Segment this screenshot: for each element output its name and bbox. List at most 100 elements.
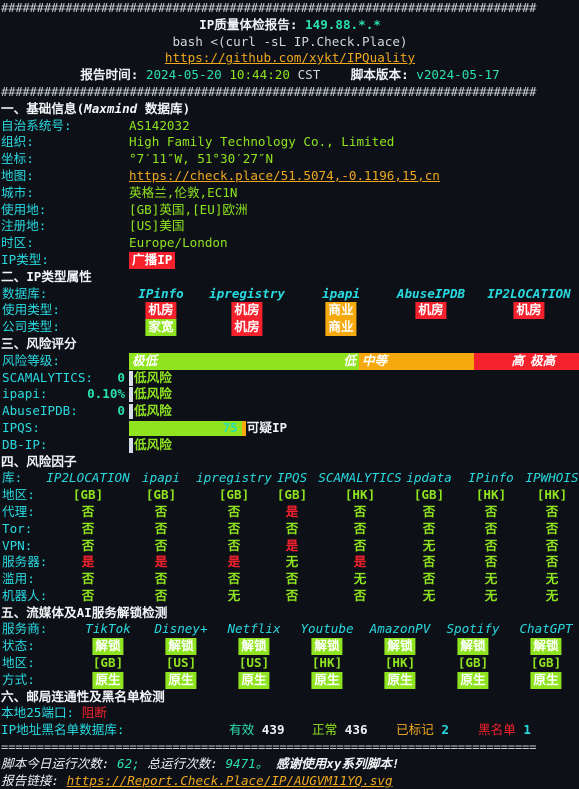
port25-value: 阻断 bbox=[81, 705, 107, 721]
info-label: 注册地: bbox=[1, 218, 47, 234]
risk-factor-cell: [GB] bbox=[145, 487, 177, 503]
blacklist-stat-value: 2 bbox=[441, 722, 449, 738]
info-label: IP类型: bbox=[1, 251, 49, 267]
risk-factor-cell: [GB] bbox=[413, 487, 445, 503]
risk-factor-cell: [GB] bbox=[218, 487, 250, 503]
section1-title-text: 一、基础信息( bbox=[1, 100, 85, 116]
risk-factor-cell: 否 bbox=[422, 503, 436, 519]
risk-score-value: 75 bbox=[222, 419, 238, 435]
company-type-row: 公司类型: 家宽 机房 商业 bbox=[1, 319, 579, 336]
risk-factor-row: VPN: 否 否 否 是 否 无 否 否 bbox=[1, 538, 579, 555]
stream-method-badge: 原生 bbox=[311, 671, 343, 689]
risk-score-verdict: 低风险 bbox=[134, 403, 172, 419]
risk-factor-cell: 否 bbox=[154, 587, 168, 603]
risk-factor-cell: 否 bbox=[484, 503, 498, 519]
stream-status-row: 状态: 解锁 解锁 解锁 解锁 解锁 解锁 解锁 bbox=[1, 638, 579, 656]
risk-factor-cell: 否 bbox=[154, 520, 168, 536]
database-label: 数据库: bbox=[2, 285, 48, 301]
risk-score-row: DB-IP: 低风险 bbox=[1, 437, 579, 454]
stream-provider-header: ChatGPT bbox=[519, 621, 573, 637]
risk-factor-cell: 无 bbox=[422, 537, 436, 553]
blacklist-stat-name: 已标记 bbox=[396, 722, 442, 738]
risk-factor-cell: 否 bbox=[227, 520, 241, 536]
section5-title-text: 五、流媒体及AI服务解锁检测 bbox=[1, 604, 168, 620]
info-value: Europe/London bbox=[129, 235, 228, 251]
info-value: [GB]英国,[EU]欧洲 bbox=[129, 201, 248, 217]
stream-status-badge: 解锁 bbox=[238, 638, 270, 656]
report-title-label: IP质量体检报告: bbox=[199, 16, 298, 32]
stream-method-cell: 原生 bbox=[92, 671, 124, 689]
stream-status-cell: 解锁 bbox=[384, 638, 416, 656]
command-row: bash <(curl -sL IP.Check.Place) bbox=[1, 34, 579, 51]
repo-link[interactable]: https://github.com/xykt/IPQuality bbox=[165, 50, 415, 65]
risk-factor-cell: 否 bbox=[353, 537, 367, 553]
stream-method-cell: 原生 bbox=[165, 671, 197, 689]
stream-provider-row: 服务商: TikTok Disney+ Netflix Youtube AmazonPV S… bbox=[1, 621, 579, 638]
company-type-cell: 家宽 bbox=[145, 319, 177, 336]
risk-factor-cell: 否 bbox=[422, 520, 436, 536]
risk-factor-cell: 否 bbox=[422, 571, 436, 587]
risk-factor-cell: 否 bbox=[81, 587, 95, 603]
section4-title: 四、风险因子 bbox=[1, 454, 579, 471]
risk-factor-column-header: IP2LOCATION bbox=[46, 470, 130, 486]
report-time-row: 报告时间: 2024-05-20 10:44:20 CST 脚本版本: v202… bbox=[1, 67, 579, 84]
blacklist-stat: 有效 439 bbox=[229, 722, 285, 739]
risk-factor-row: Tor: 否 否 否 否 否 否 否 否 bbox=[1, 521, 579, 538]
risk-factor-cell: 否 bbox=[227, 537, 241, 553]
footer-rule: ========================================… bbox=[1, 740, 537, 755]
info-row: 城市: 英格兰,伦敦,EC1N bbox=[1, 185, 579, 202]
stream-provider-header: Netflix bbox=[227, 621, 281, 637]
risk-factor-cell: 否 bbox=[353, 520, 367, 536]
risk-factor-label: 机器人: bbox=[2, 587, 48, 603]
blacklist-stat: 已标记 2 bbox=[396, 722, 449, 739]
risk-factor-cell: 否 bbox=[545, 503, 559, 519]
risk-factor-cell: 否 bbox=[484, 554, 498, 570]
usage-type-badge: 机房 bbox=[513, 302, 545, 320]
info-label: 使用地: bbox=[1, 201, 47, 217]
db-column-header: AbuseIPDB bbox=[396, 285, 466, 301]
risk-factor-cell: 否 bbox=[285, 571, 299, 587]
info-row: 注册地: [US]美国 bbox=[1, 218, 579, 235]
blacklist-stat-name: 正常 bbox=[312, 722, 345, 738]
section1-title: 一、基础信息(Maxmind 数据库) bbox=[1, 101, 579, 118]
usage-type-badge: 机房 bbox=[231, 302, 263, 320]
risk-factor-cell: 无 bbox=[285, 554, 299, 570]
risk-level-segment: 极低 bbox=[129, 352, 244, 370]
stream-status-label: 状态: bbox=[2, 638, 35, 654]
stream-region-cell: [US] bbox=[165, 655, 197, 671]
blacklist-stat: 正常 436 bbox=[312, 722, 368, 739]
usage-type-cell: 商业 bbox=[325, 302, 357, 320]
script-version-label: 脚本版本: bbox=[350, 67, 409, 83]
info-row: IP类型: 广播IP bbox=[1, 251, 579, 269]
risk-score-row: ipapi: 0.10% 低风险 bbox=[1, 386, 579, 403]
report-link[interactable]: https://Report.Check.Place/IP/AUGVM11YQ.… bbox=[67, 773, 393, 788]
risk-factor-label: Tor: bbox=[2, 520, 33, 536]
footer-report-row: 报告链接: https://Report.Check.Place/IP/AUGV… bbox=[1, 773, 579, 789]
info-value: High Family Technology Co., Limited bbox=[129, 134, 395, 150]
stream-status-badge: 解锁 bbox=[530, 638, 562, 656]
info-row: 使用地: [GB]英国,[EU]欧洲 bbox=[1, 202, 579, 219]
map-link[interactable]: https://check.place/51.5074,-0.1196,15,c… bbox=[129, 168, 440, 183]
info-value: [US]美国 bbox=[129, 218, 185, 234]
header-rule-top: ########################################… bbox=[1, 1, 537, 15]
risk-factor-header-row: 库: IP2LOCATION ipapi ipregistry IPQS SCAMALYT… bbox=[1, 470, 579, 487]
usage-type-row: 使用类型: 机房 机房 商业 机房 机房 bbox=[1, 302, 579, 320]
blacklist-stat-name: 黑名单 bbox=[478, 722, 524, 738]
risk-factor-cell: 否 bbox=[484, 520, 498, 536]
risk-factor-column-header: IPinfo bbox=[468, 470, 514, 486]
risk-factor-db-label: 库: bbox=[2, 470, 23, 486]
blacklist-stat-value: 1 bbox=[523, 722, 531, 738]
stream-method-badge: 原生 bbox=[165, 671, 197, 689]
info-label: 城市: bbox=[1, 184, 34, 200]
command-text: bash <(curl -sL IP.Check.Place) bbox=[172, 33, 408, 49]
database-row: 数据库: IPinfo ipregistry ipapi AbuseIPDB IP2LOC… bbox=[1, 286, 579, 303]
risk-factor-cell: 否 bbox=[154, 503, 168, 519]
risk-factor-cell: 否 bbox=[353, 503, 367, 519]
risk-factor-row: 滥用: 否 否 否 否 无 否 无 无 bbox=[1, 571, 579, 588]
risk-score-label: DB-IP: bbox=[2, 436, 48, 452]
stream-method-cell: 原生 bbox=[384, 671, 416, 689]
usage-type-cell: 机房 bbox=[415, 302, 447, 320]
stream-method-cell: 原生 bbox=[238, 671, 270, 689]
report-link-label: 报告链接: bbox=[1, 772, 59, 788]
risk-factor-column-header: IPWHOIS bbox=[525, 470, 579, 486]
